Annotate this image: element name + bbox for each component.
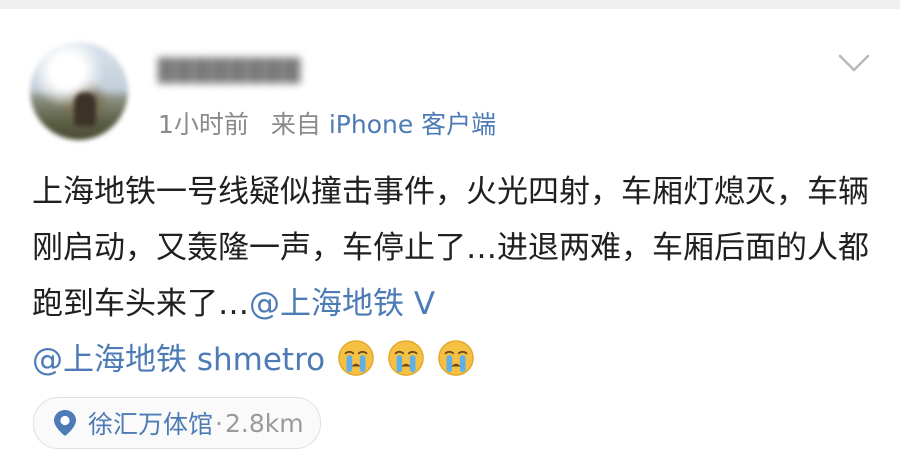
post-content: 上海地铁一号线疑似撞击事件，火光四射，车厢灯熄灭，车辆刚启动，又轰隆一声，车停止… <box>32 164 882 388</box>
avatar-figure <box>74 92 96 126</box>
chevron-down-icon[interactable] <box>838 52 870 74</box>
crying-face-emoji <box>438 340 474 376</box>
location-distance: 2.8km <box>224 408 304 438</box>
post-source-device[interactable]: iPhone 客户端 <box>329 110 496 139</box>
post-text: 上海地铁一号线疑似撞击事件，火光四射，车厢灯熄灭，车辆刚启动，又轰隆一声，车停止… <box>32 174 869 322</box>
crying-face-emoji <box>388 340 424 376</box>
username-blurred[interactable]: ████████ <box>158 60 301 84</box>
post-meta: 1小时前 来自 iPhone 客户端 <box>158 107 496 143</box>
post-time: 1小时前 <box>158 110 249 139</box>
location-place: 徐汇万体馆 <box>88 410 214 439</box>
verified-link[interactable]: V <box>414 286 435 322</box>
location-pin-icon <box>54 410 76 436</box>
location-tag[interactable]: 徐汇万体馆 · 2.8km <box>33 397 321 449</box>
avatar[interactable] <box>30 42 128 140</box>
mention-shanghai-metro-shmetro[interactable]: @上海地铁 shmetro <box>32 342 325 378</box>
mention-shanghai-metro[interactable]: @上海地铁 <box>249 286 404 322</box>
location-separator: · <box>215 408 223 438</box>
post-source-prefix: 来自 <box>270 110 321 139</box>
top-divider-bar <box>0 0 900 9</box>
crying-face-emoji <box>338 340 374 376</box>
